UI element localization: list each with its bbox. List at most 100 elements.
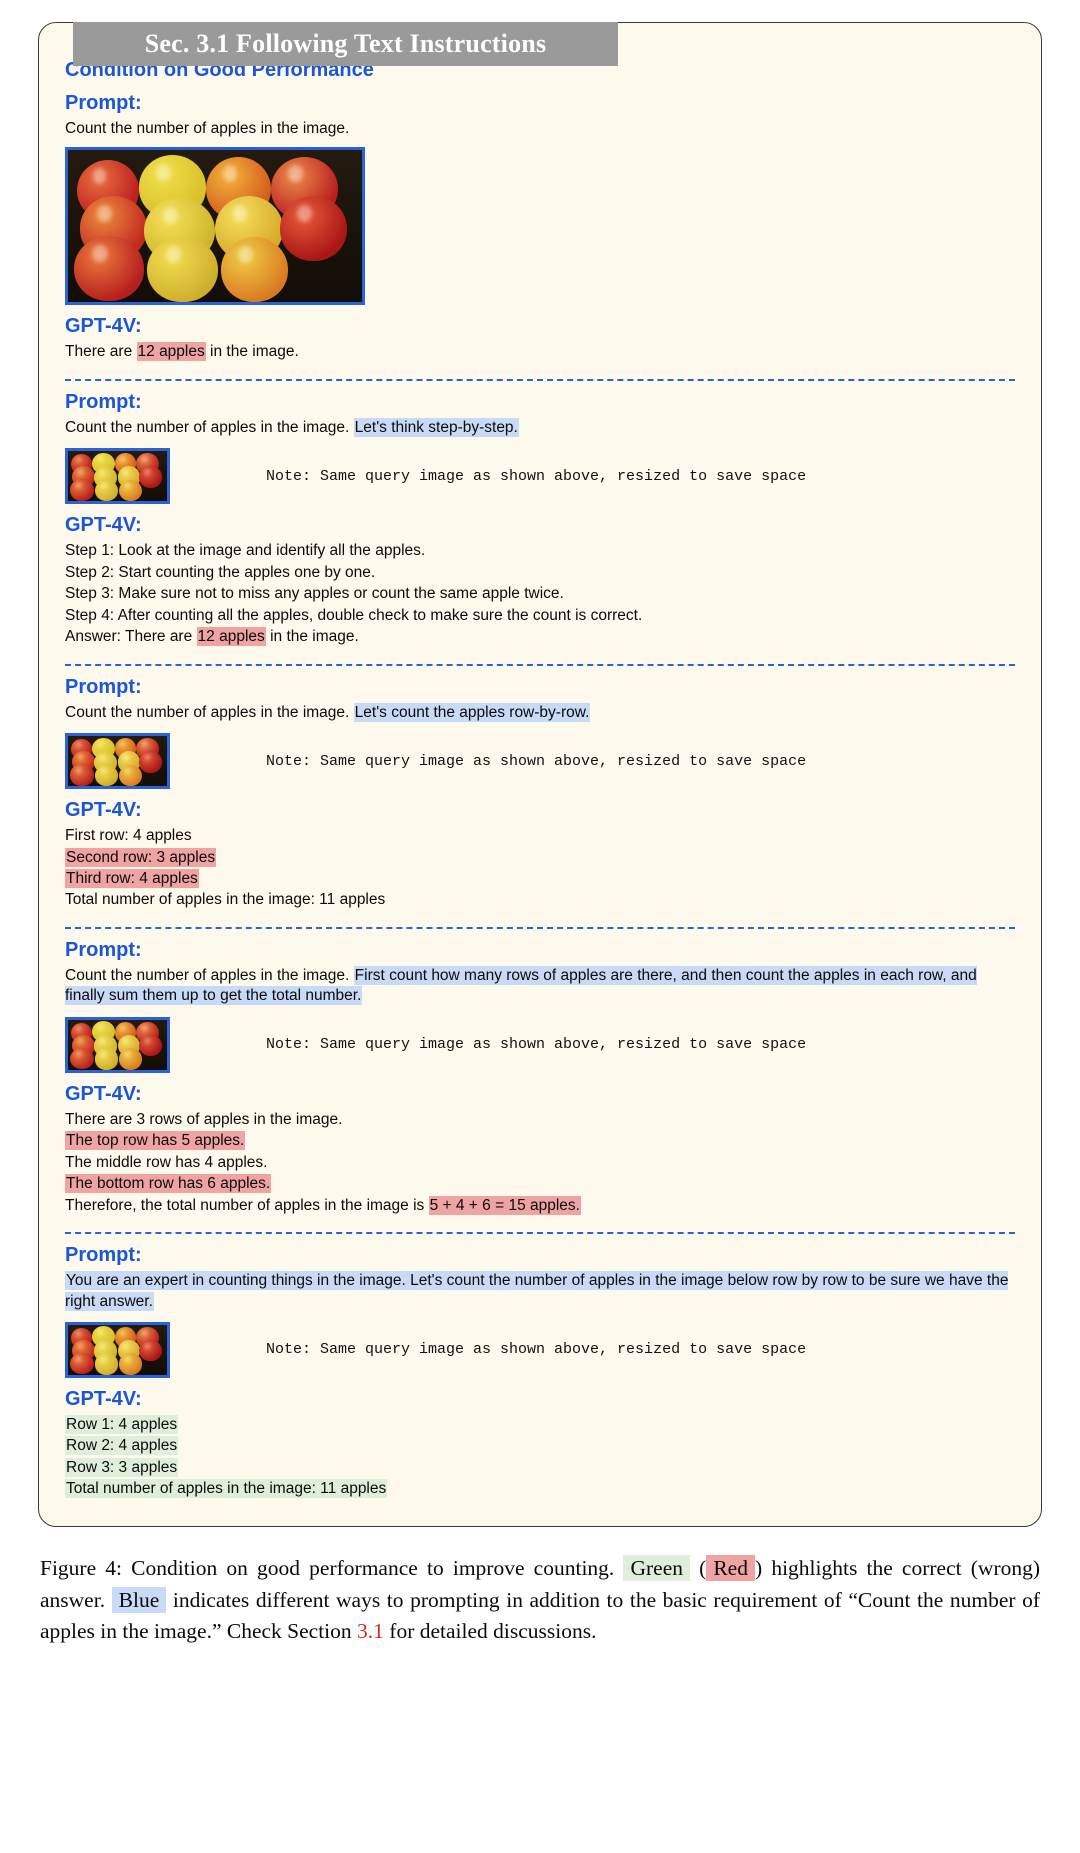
- answer-pre: Therefore, the total number of apples in…: [65, 1196, 429, 1214]
- answer-line: Step 2: Start counting the apples one by…: [65, 563, 1015, 583]
- answer-highlight-green: Row 3: 3 apples: [65, 1457, 179, 1477]
- answer-pre: There are 3 rows of apples in the image.: [65, 1110, 343, 1128]
- query-image-small: [65, 448, 170, 505]
- answer-highlight-red: 12 apples: [196, 627, 266, 647]
- caption-part-4: for detailed discussions.: [389, 1619, 597, 1644]
- answer-line: Row 3: 3 apples: [65, 1457, 1015, 1478]
- figure-title-bar: Sec. 3.1 Following Text Instructions: [73, 22, 618, 66]
- figure-title: Sec. 3.1 Following Text Instructions: [144, 29, 547, 58]
- prompt-label-5: Prompt:: [65, 1244, 142, 1267]
- prompt-text-1: Count the number of apples in the image.: [65, 119, 1015, 139]
- prompt-highlight-2: Let's think step-by-step.: [353, 417, 519, 437]
- prompt-text-2: Count the number of apples in the image.…: [65, 417, 1015, 438]
- answer-line: Step 3: Make sure not to miss any apples…: [65, 584, 1015, 604]
- prompt-label-3: Prompt:: [65, 675, 142, 698]
- model-label-3: GPT-4V:: [65, 799, 142, 822]
- answer-highlight-red: 12 apples: [136, 342, 206, 362]
- resize-note-5: Note: Same query image as shown above, r…: [266, 1341, 807, 1359]
- answer-line: Third row: 4 apples: [65, 868, 1015, 889]
- answer-pre: Total number of apples in the image: 11 …: [65, 891, 386, 909]
- caption-green-token: Green: [623, 1554, 690, 1581]
- prompt-plain-1: Count the number of apples in the image.: [65, 120, 350, 137]
- prompt-highlight-5: You are an expert in counting things in …: [65, 1271, 1009, 1311]
- answer-line: The bottom row has 6 apples.: [65, 1174, 1015, 1194]
- model-label-2: GPT-4V:: [65, 514, 142, 537]
- apple-crate-art: [68, 150, 362, 303]
- answer-line: The middle row has 4 apples.: [65, 1153, 1015, 1173]
- image-note-row-4: Note: Same query image as shown above, r…: [65, 1016, 1015, 1073]
- section-divider: [65, 378, 1015, 381]
- qa-block-1: Prompt: Count the number of apples in th…: [65, 92, 1015, 363]
- answer-line: Total number of apples in the image: 11 …: [65, 1479, 1015, 1499]
- resize-note-2: Note: Same query image as shown above, r…: [266, 467, 807, 485]
- caption-paren-close: ): [754, 1555, 763, 1580]
- prompt-text-4: Count the number of apples in the image.…: [65, 965, 1015, 1007]
- answer-pre: Step 3: Make sure not to miss any apples…: [65, 585, 564, 603]
- answer-line: There are 12 apples in the image.: [65, 342, 1015, 362]
- qa-block-3: Prompt: Count the number of apples in th…: [65, 676, 1015, 911]
- answer-line: There are 3 rows of apples in the image.: [65, 1110, 1015, 1130]
- answer-line: Row 2: 4 apples: [65, 1436, 1015, 1456]
- figure-card-wrapper: Sec. 3.1 Following Text Instructions Con…: [38, 22, 1042, 1527]
- image-note-row-2: Note: Same query image as shown above, r…: [65, 448, 1015, 505]
- answer-pre: There are: [65, 343, 137, 361]
- caption-part-1: Figure 4: Condition on good performance …: [40, 1555, 615, 1580]
- apple-crate-art: [68, 1019, 167, 1070]
- answer-highlight-red: Third row: 4 apples: [65, 868, 199, 888]
- answer-line: First row: 4 apples: [65, 826, 1015, 846]
- answer-line: Second row: 3 apples: [65, 847, 1015, 868]
- query-image-small: [65, 733, 170, 790]
- qa-block-5: Prompt: You are an expert in counting th…: [65, 1244, 1015, 1500]
- answer-highlight-green: Row 2: 4 apples: [65, 1436, 179, 1456]
- answer-pre: Answer: There are: [65, 628, 197, 646]
- answer-pre: Step 1: Look at the image and identify a…: [65, 542, 426, 560]
- figure-card: Condition on Good Performance Prompt: Co…: [38, 22, 1042, 1527]
- prompt-plain-4: Count the number of apples in the image.: [65, 966, 354, 984]
- answer-pre: The middle row has 4 apples.: [65, 1153, 268, 1171]
- answer-line: Total number of apples in the image: 11 …: [65, 890, 1015, 910]
- prompt-plain-3: Count the number of apples in the image.: [65, 703, 354, 721]
- answer-post: in the image.: [205, 343, 299, 361]
- prompt-label-1: Prompt:: [65, 92, 142, 114]
- answer-highlight-green: Total number of apples in the image: 11 …: [65, 1479, 388, 1499]
- apple-crate-art: [68, 451, 167, 502]
- answer-highlight-red: The top row has 5 apples.: [65, 1131, 246, 1151]
- figure-page: Sec. 3.1 Following Text Instructions Con…: [0, 22, 1080, 1853]
- section-divider: [65, 1232, 1015, 1235]
- section-divider: [65, 663, 1015, 666]
- answer-line: Step 1: Look at the image and identify a…: [65, 541, 1015, 561]
- answer-line: Therefore, the total number of apples in…: [65, 1195, 1015, 1216]
- query-image-large: [65, 147, 365, 306]
- figure-caption: Figure 4: Condition on good performance …: [40, 1553, 1040, 1648]
- prompt-highlight-3: Let's count the apples row-by-row.: [353, 702, 591, 722]
- apple-crate-art: [68, 736, 167, 787]
- prompt-text-5: You are an expert in counting things in …: [65, 1271, 1015, 1312]
- answer-line: Answer: There are 12 apples in the image…: [65, 627, 1015, 647]
- answer-pre: First row: 4 apples: [65, 827, 192, 845]
- answer-post: in the image.: [265, 628, 359, 646]
- apple-crate-art: [68, 1324, 167, 1375]
- model-label-4: GPT-4V:: [65, 1082, 142, 1105]
- answer-highlight-red: 5 + 4 + 6 = 15 apples.: [428, 1195, 581, 1215]
- answer-highlight-red: The bottom row has 6 apples.: [65, 1174, 272, 1194]
- image-note-row-5: Note: Same query image as shown above, r…: [65, 1321, 1015, 1378]
- caption-section-link[interactable]: 3.1: [357, 1619, 384, 1643]
- caption-blue-token: Blue: [111, 1586, 167, 1613]
- prompt-label-4: Prompt:: [65, 938, 142, 961]
- query-image-small: [65, 1016, 170, 1073]
- answer-pre: Step 2: Start counting the apples one by…: [65, 563, 376, 581]
- resize-note-3: Note: Same query image as shown above, r…: [266, 752, 807, 770]
- answer-highlight-green: Row 1: 4 apples: [65, 1414, 179, 1434]
- resize-note-4: Note: Same query image as shown above, r…: [266, 1036, 807, 1054]
- answer-line: Step 4: After counting all the apples, d…: [65, 606, 1015, 626]
- answer-pre: Step 4: After counting all the apples, d…: [65, 606, 643, 624]
- model-label-1: GPT-4V:: [65, 315, 142, 338]
- model-label-5: GPT-4V:: [65, 1387, 142, 1410]
- answer-line: Row 1: 4 apples: [65, 1414, 1015, 1435]
- prompt-plain-2: Count the number of apples in the image.: [65, 418, 354, 436]
- answer-highlight-red: Second row: 3 apples: [65, 847, 217, 867]
- answer-line: The top row has 5 apples.: [65, 1131, 1015, 1151]
- prompt-text-3: Count the number of apples in the image.…: [65, 702, 1015, 723]
- section-divider: [65, 926, 1015, 929]
- prompt-label-2: Prompt:: [65, 390, 142, 413]
